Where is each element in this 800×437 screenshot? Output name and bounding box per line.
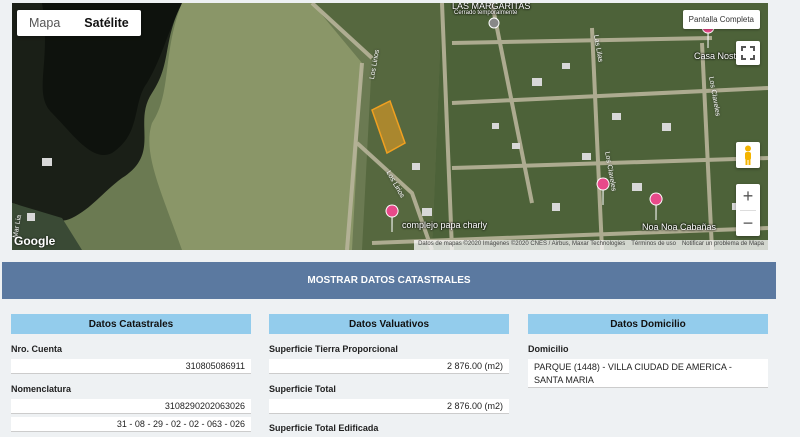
land-area-value: 2 876.00 (m2) bbox=[269, 359, 509, 374]
show-cadastral-data-button[interactable]: MOSTRAR DATOS CATASTRALES bbox=[2, 262, 776, 299]
terms-link[interactable]: Términos de uso bbox=[631, 241, 676, 249]
place-label-complejo[interactable]: complejo papa charly bbox=[402, 220, 487, 230]
address-data-title: Datos Domicilio bbox=[528, 314, 768, 334]
satellite-imagery bbox=[12, 3, 768, 250]
pegman-icon bbox=[745, 145, 751, 165]
place-status-label: Cerrado temporalmente bbox=[454, 10, 518, 16]
street-view-pegman-button[interactable] bbox=[736, 142, 760, 168]
place-label-noa-noa[interactable]: Noa Noa Cabañas bbox=[642, 222, 716, 232]
map-type-map-button[interactable]: Mapa bbox=[17, 10, 72, 36]
fullscreen-button[interactable] bbox=[736, 41, 760, 65]
zoom-control: + − bbox=[736, 184, 760, 236]
fullscreen-icon bbox=[741, 46, 755, 60]
built-area-label: Superficie Total Edificada bbox=[269, 423, 379, 433]
account-number-value: 310805086911 bbox=[11, 359, 251, 374]
cadastral-data-panel: Datos Catastrales Nro. Cuenta 3108050869… bbox=[11, 314, 251, 432]
google-logo[interactable]: Google bbox=[14, 234, 55, 248]
report-problem-link[interactable]: Notificar un problema de Mapa bbox=[682, 241, 764, 249]
attribution-data: Datos de mapas ©2020 Imágenes ©2020 CNES… bbox=[418, 241, 626, 247]
address-label: Domicilio bbox=[528, 344, 569, 354]
nomenclature-detail: 31 - 08 - 29 - 02 - 02 - 063 - 026 bbox=[11, 417, 251, 432]
account-number-label: Nro. Cuenta bbox=[11, 344, 63, 354]
map-type-control: Mapa Satélite bbox=[17, 10, 141, 36]
nomenclature-label: Nomenclatura bbox=[11, 384, 72, 394]
map-type-satellite-button[interactable]: Satélite bbox=[72, 10, 140, 36]
valuation-data-title: Datos Valuativos bbox=[269, 314, 509, 334]
address-value: PARQUE (1448) - VILLA CIUDAD DE AMERICA … bbox=[528, 359, 768, 388]
total-area-value: 2 876.00 (m2) bbox=[269, 399, 509, 414]
address-data-panel: Datos Domicilio Domicilio PARQUE (1448) … bbox=[528, 314, 768, 388]
valuation-data-panel: Datos Valuativos Superficie Tierra Propo… bbox=[269, 314, 509, 435]
map-view[interactable]: LAS MARGARITAS Cerrado temporalmente Cas… bbox=[12, 3, 768, 250]
zoom-in-button[interactable]: + bbox=[736, 184, 760, 210]
land-area-label: Superficie Tierra Proporcional bbox=[269, 344, 398, 354]
fullscreen-tooltip: Pantalla Completa bbox=[682, 10, 760, 29]
zoom-out-button[interactable]: − bbox=[736, 211, 760, 237]
map-attribution: Datos de mapas ©2020 Imágenes ©2020 CNES… bbox=[414, 240, 768, 250]
total-area-label: Superficie Total bbox=[269, 384, 336, 394]
cadastral-data-title: Datos Catastrales bbox=[11, 314, 251, 334]
nomenclature-value: 3108290202063026 bbox=[11, 399, 251, 414]
